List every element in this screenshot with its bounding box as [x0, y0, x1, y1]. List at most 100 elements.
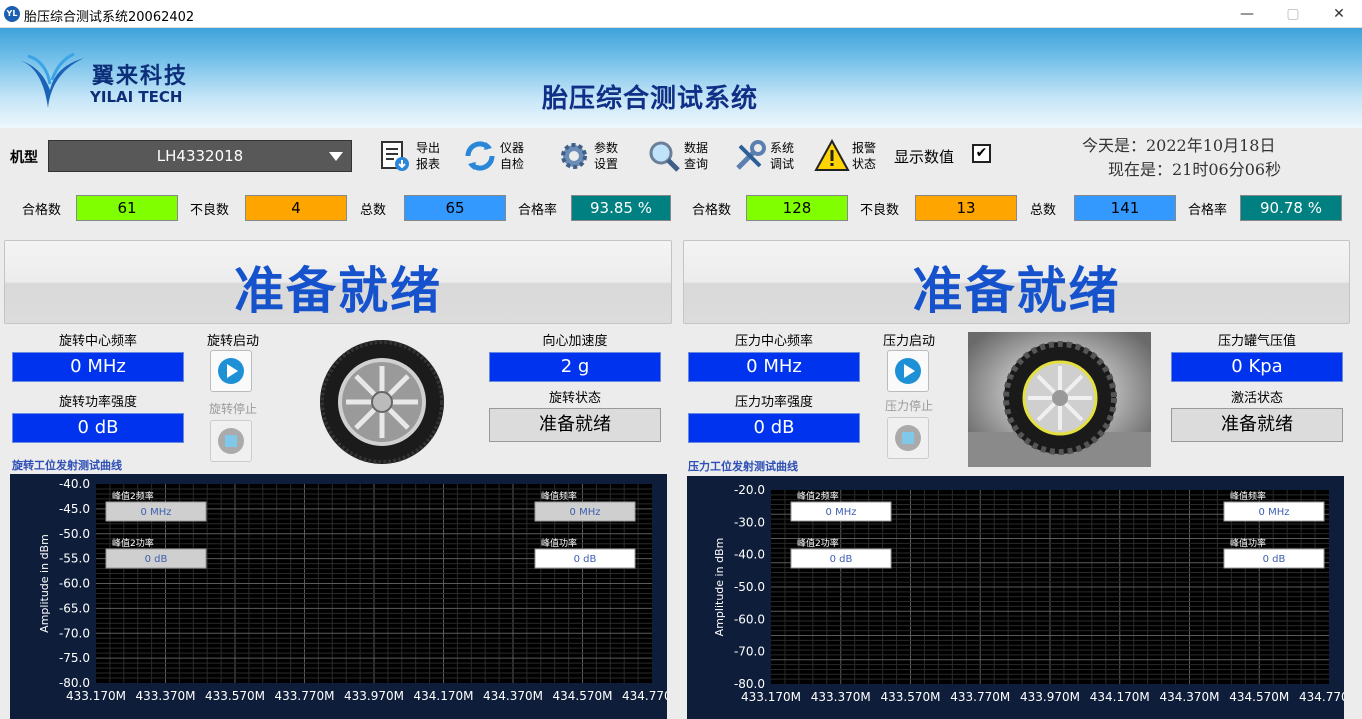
x-tick-label: 433.170M	[66, 689, 126, 703]
app-icon: YL	[4, 6, 20, 22]
activation-state-value: 准备就绪	[1171, 408, 1343, 442]
report-export-icon	[381, 141, 409, 171]
y-tick-label: -40.0	[734, 548, 765, 562]
pass-rate-label: 合格率	[518, 203, 558, 218]
peak-readout-label: 峰值功率	[541, 537, 577, 549]
data-query-button[interactable]: 数据 查询	[646, 134, 716, 180]
y-tick-label: -40.0	[59, 477, 90, 491]
x-tick-label: 433.970M	[344, 689, 404, 703]
fail-count-label: 不良数	[190, 203, 230, 218]
system-debug-button[interactable]: 系统 调试	[732, 134, 802, 180]
tank-pressure-label: 压力罐气压值	[1217, 334, 1296, 349]
right-status-banner: 准备就绪	[683, 240, 1350, 324]
left-status-banner: 准备就绪	[4, 240, 672, 324]
time-text: 现在是：21时06分06秒	[1108, 160, 1282, 179]
show-values-checkbox[interactable]: ✔	[972, 144, 991, 163]
pressure-start-label: 压力启动	[882, 334, 935, 349]
wheel-chain-image	[968, 332, 1151, 467]
x-tick-label: 434.570M	[553, 689, 613, 703]
magnifier-icon	[649, 141, 680, 172]
peak-readout-value: 0 dB	[1263, 554, 1286, 565]
x-tick-label: 433.370M	[811, 690, 871, 704]
right-status-text: 准备就绪	[912, 261, 1121, 320]
tools-icon	[736, 140, 766, 170]
export-report-button[interactable]: 导出 报表	[378, 134, 448, 180]
pressure-power-value: 0 dB	[688, 413, 860, 443]
alarm-status-label: 报警 状态	[852, 141, 877, 171]
x-tick-label: 433.570M	[881, 690, 941, 704]
pressure-freq-value: 0 MHz	[688, 352, 860, 382]
rotation-power-value: 0 dB	[12, 413, 184, 443]
y-tick-label: -80.0	[59, 676, 90, 690]
pressure-start-button[interactable]	[887, 350, 929, 392]
settings-button[interactable]: 参数 设置	[556, 134, 626, 180]
centripetal-accel-label: 向心加速度	[542, 334, 608, 349]
total-count-label: 总数	[1030, 203, 1057, 218]
total-count-label: 总数	[360, 203, 387, 218]
y-axis-label: Amplitude in dBm	[38, 534, 51, 633]
x-tick-label: 433.170M	[741, 690, 801, 704]
show-values-label: 显示数值	[894, 148, 955, 166]
y-tick-label: -70.0	[734, 645, 765, 659]
peak-readout-label: 峰值功率	[1230, 537, 1266, 549]
chevron-down-icon	[329, 152, 343, 161]
stop-icon	[218, 428, 244, 454]
x-tick-label: 434.370M	[483, 689, 543, 703]
y-tick-label: -70.0	[59, 626, 90, 640]
rotation-freq-value: 0 MHz	[12, 352, 184, 382]
centripetal-accel-value: 2 g	[489, 352, 661, 382]
maximize-button[interactable]: ▢	[1270, 0, 1316, 28]
model-dropdown[interactable]: LH4332018	[48, 140, 352, 172]
model-label: 机型	[10, 150, 38, 166]
logo-text-cn: 翼来科技	[92, 64, 189, 89]
pass-count-value: 61	[76, 195, 178, 221]
y-tick-label: -50.0	[59, 527, 90, 541]
peak-readout-label: 峰值频率	[541, 490, 577, 502]
peak-readout-label: 峰值2功率	[112, 537, 154, 549]
yilai-logo-icon	[18, 52, 84, 108]
self-check-label: 仪器 自检	[500, 141, 525, 171]
date-text: 今天是：2022年10月18日	[1082, 136, 1276, 155]
close-button[interactable]: ✕	[1316, 0, 1362, 28]
left-spectrum-chart: -40.0 -45.0 -50.0 -55.0 -60.0 -65.0 -70.0 -75.0…	[10, 474, 667, 719]
stop-icon	[895, 425, 921, 451]
rotation-stop-label: 旋转停止	[208, 402, 257, 416]
peak-readout-value: 0 MHz	[141, 507, 172, 518]
left-status-text: 准备就绪	[234, 261, 442, 320]
window-title: 胎压综合测试系统20062402	[24, 10, 195, 25]
self-check-button[interactable]: 仪器 自检	[462, 134, 532, 180]
total-count-value: 65	[404, 195, 506, 221]
fail-count-label: 不良数	[860, 203, 900, 218]
y-tick-label: -75.0	[59, 651, 90, 665]
alarm-status-button[interactable]: 报警 状态	[814, 134, 884, 180]
total-count-value: 141	[1074, 195, 1176, 221]
pressure-power-label: 压力功率强度	[734, 395, 813, 410]
left-spectrum-svg: -40.0 -45.0 -50.0 -55.0 -60.0 -65.0 -70.0 -75.0…	[38, 477, 667, 703]
activation-state-label: 激活状态	[1230, 391, 1283, 406]
x-tick-label: 434.570M	[1229, 690, 1289, 704]
peak-readout-value: 0 MHz	[826, 507, 857, 518]
y-tick-label: -80.0	[734, 677, 765, 691]
y-axis-label: Amplitude in dBm	[713, 538, 726, 637]
pass-count-label: 合格数	[692, 203, 732, 218]
x-tick-label: 434.370M	[1160, 690, 1220, 704]
page-title: 胎压综合测试系统	[541, 84, 758, 114]
warning-icon	[814, 138, 850, 171]
rotation-stop-button[interactable]	[210, 420, 252, 462]
x-tick-label: 433.970M	[1020, 690, 1080, 704]
stats-right: 合格数 128 不良数 13 总数 141 合格率 90.78 %	[670, 195, 1350, 221]
model-dropdown-value: LH4332018	[156, 147, 244, 165]
peak-readout-value: 0 MHz	[570, 507, 601, 518]
x-tick-label: 433.770M	[950, 690, 1010, 704]
header-banner: 翼来科技 YILAI TECH 胎压综合测试系统	[0, 28, 1362, 128]
minimize-button[interactable]: —	[1224, 0, 1270, 28]
peak-readout-value: 0 MHz	[1259, 507, 1290, 518]
data-query-label: 数据 查询	[684, 141, 709, 171]
y-tick-label: -20.0	[734, 483, 765, 497]
left-curve-title: 旋转工位发射测试曲线	[12, 459, 122, 472]
rotation-state-label: 旋转状态	[548, 391, 601, 406]
pass-rate-label: 合格率	[1188, 203, 1228, 218]
right-spectrum-svg: -20.0 -30.0 -40.0 -50.0 -60.0 -70.0 -80.0433.1…	[713, 483, 1344, 704]
rotation-start-button[interactable]	[210, 350, 252, 392]
pressure-stop-button[interactable]	[887, 417, 929, 459]
